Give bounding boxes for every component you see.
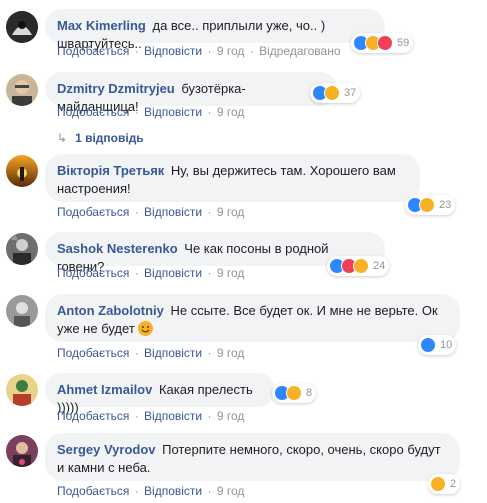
separator: · xyxy=(249,44,254,58)
avatar[interactable] xyxy=(6,435,38,467)
reactions[interactable]: 23 xyxy=(405,195,456,215)
timestamp[interactable]: 9 год xyxy=(217,44,245,58)
avatar[interactable] xyxy=(6,11,38,43)
separator: · xyxy=(207,409,212,423)
comment-bubble: Max Kimerling да все.. приплыли уже, чо.… xyxy=(45,9,385,51)
author-name[interactable]: Anton Zabolotniy xyxy=(57,303,164,318)
timestamp[interactable]: 9 год xyxy=(217,205,245,219)
reactions[interactable]: 2 xyxy=(428,474,461,494)
separator: · xyxy=(207,205,212,219)
comment-actions: Подобається · Відповісти · 9 год · Відре… xyxy=(57,44,341,58)
haha-reaction-icon xyxy=(353,258,369,274)
reactions[interactable]: 24 xyxy=(327,256,390,276)
comment-bubble: Dzmitry Dzmitryjeu бузотёрка-майданщица! xyxy=(45,72,337,114)
author-name[interactable]: Sashok Nesterenko xyxy=(57,241,178,256)
like-link[interactable]: Подобається xyxy=(57,346,129,360)
reply-arrow-icon: ↳ xyxy=(57,131,68,145)
reply-link[interactable]: Відповісти xyxy=(144,44,202,58)
separator: · xyxy=(134,44,139,58)
reaction-count: 24 xyxy=(373,260,386,272)
comment-actions: Подобається · Відповісти · 9 год xyxy=(57,266,244,280)
edited-label[interactable]: Відредаговано xyxy=(259,44,340,58)
timestamp[interactable]: 9 год xyxy=(217,409,245,423)
author-name[interactable]: Вікторія Третьяк xyxy=(57,163,164,178)
reaction-count: 10 xyxy=(440,339,453,351)
comment-bubble: Ahmet Izmailov Какая прелесть ))))) xyxy=(45,373,275,415)
reaction-count: 8 xyxy=(306,387,313,399)
like-link[interactable]: Подобається xyxy=(57,266,129,280)
timestamp[interactable]: 9 год xyxy=(217,346,245,360)
reaction-count: 2 xyxy=(450,478,457,490)
comment-actions: Подобається · Відповісти · 9 год xyxy=(57,484,244,498)
avatar[interactable] xyxy=(6,233,38,265)
separator: · xyxy=(207,44,212,58)
reaction-count: 37 xyxy=(344,87,357,99)
comment-actions: Подобається · Відповісти · 9 год xyxy=(57,409,244,423)
avatar[interactable] xyxy=(6,74,38,106)
haha-reaction-icon xyxy=(430,476,446,492)
reactions[interactable]: 8 xyxy=(272,383,317,403)
reply-link[interactable]: Відповісти xyxy=(144,409,202,423)
reply-link[interactable]: Відповісти xyxy=(144,484,202,498)
separator: · xyxy=(207,484,212,498)
like-reaction-icon xyxy=(420,337,436,353)
reactions[interactable]: 37 xyxy=(310,83,361,103)
comment-actions: Подобається · Відповісти · 9 год xyxy=(57,105,244,119)
separator: · xyxy=(207,266,212,280)
like-link[interactable]: Подобається xyxy=(57,44,129,58)
view-replies-link[interactable]: ↳ 1 відповідь xyxy=(57,131,144,145)
reply-link[interactable]: Відповісти xyxy=(144,205,202,219)
comment-bubble: Sergey Vyrodov Потерпите немного, скоро,… xyxy=(45,433,460,481)
timestamp[interactable]: 9 год xyxy=(217,266,245,280)
like-link[interactable]: Подобається xyxy=(57,105,129,119)
haha-reaction-icon xyxy=(419,197,435,213)
separator: · xyxy=(207,346,212,360)
timestamp[interactable]: 9 год xyxy=(217,105,245,119)
reaction-count: 23 xyxy=(439,199,452,211)
separator: · xyxy=(134,484,139,498)
comment-bubble: Вікторія Третьяк Ну, вы держитесь там. Х… xyxy=(45,154,420,202)
reply-link[interactable]: Відповісти xyxy=(144,105,202,119)
comment-bubble: Anton Zabolotniy Не ссыте. Все будет ок.… xyxy=(45,294,460,342)
like-link[interactable]: Подобається xyxy=(57,484,129,498)
reactions[interactable]: 10 xyxy=(418,335,457,355)
replies-count[interactable]: 1 відповідь xyxy=(75,131,144,145)
avatar[interactable] xyxy=(6,155,38,187)
author-name[interactable]: Max Kimerling xyxy=(57,18,146,33)
like-link[interactable]: Подобається xyxy=(57,409,129,423)
smile-emoji-icon xyxy=(138,321,154,336)
reactions[interactable]: 59 xyxy=(351,33,414,53)
author-name[interactable]: Ahmet Izmailov xyxy=(57,382,152,397)
author-name[interactable]: Dzmitry Dzmitryjeu xyxy=(57,81,175,96)
reaction-count: 59 xyxy=(397,37,410,49)
separator: · xyxy=(207,105,212,119)
separator: · xyxy=(134,409,139,423)
reply-link[interactable]: Відповісти xyxy=(144,266,202,280)
haha-reaction-icon xyxy=(324,85,340,101)
separator: · xyxy=(134,346,139,360)
timestamp[interactable]: 9 год xyxy=(217,484,245,498)
haha-reaction-icon xyxy=(286,385,302,401)
separator: · xyxy=(134,266,139,280)
author-name[interactable]: Sergey Vyrodov xyxy=(57,442,156,457)
comment-actions: Подобається · Відповісти · 9 год xyxy=(57,346,244,360)
avatar[interactable] xyxy=(6,374,38,406)
avatar[interactable] xyxy=(6,295,38,327)
like-link[interactable]: Подобається xyxy=(57,205,129,219)
separator: · xyxy=(134,105,139,119)
comment-actions: Подобається · Відповісти · 9 год xyxy=(57,205,244,219)
separator: · xyxy=(134,205,139,219)
love-reaction-icon xyxy=(377,35,393,51)
reply-link[interactable]: Відповісти xyxy=(144,346,202,360)
